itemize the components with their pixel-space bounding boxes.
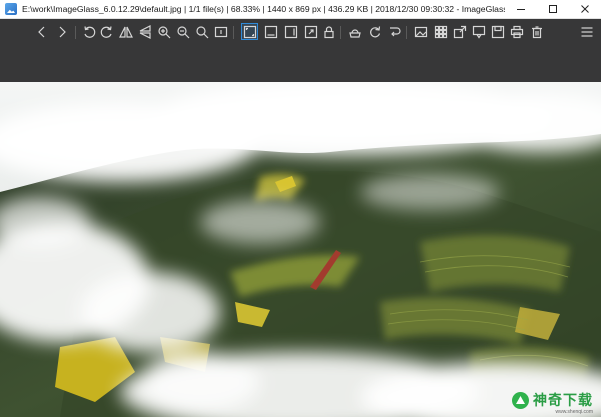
- scale-to-width-button[interactable]: [241, 23, 258, 40]
- menu-icon: [581, 26, 592, 37]
- auto-zoom-icon: [304, 25, 317, 38]
- actual-size-button[interactable]: [212, 23, 229, 40]
- minimize-button[interactable]: [505, 0, 537, 19]
- flip-vertical-button[interactable]: [136, 23, 153, 40]
- toolbar-separator: [340, 26, 341, 39]
- imageglass-app-icon: [5, 3, 17, 15]
- goto-icon: [389, 26, 401, 36]
- slideshow-icon: [348, 28, 361, 38]
- scale-to-width-icon: [243, 25, 256, 38]
- toolbar-separator: [406, 26, 407, 39]
- fullscreen-button[interactable]: [451, 23, 468, 40]
- delete-icon: [531, 25, 542, 38]
- main-menu-button[interactable]: [578, 23, 595, 40]
- scale-to-height-button[interactable]: [262, 23, 279, 40]
- watermark-logo-icon: [512, 391, 529, 409]
- zoom-in-button[interactable]: [155, 23, 172, 40]
- maximize-button[interactable]: [537, 0, 569, 19]
- checkerboard-button[interactable]: [470, 23, 487, 40]
- flip-horizontal-button[interactable]: [117, 23, 134, 40]
- zoom-out-button[interactable]: [174, 23, 191, 40]
- goto-button[interactable]: [386, 23, 403, 40]
- next-icon: [59, 26, 66, 37]
- checkerboard-icon: [472, 25, 485, 39]
- next-button[interactable]: [53, 23, 70, 40]
- refresh-button[interactable]: [366, 23, 383, 40]
- image-viewer[interactable]: 神奇下载 www.shenqi.com: [0, 82, 601, 417]
- print-button[interactable]: [508, 23, 525, 40]
- minimize-icon: [517, 9, 525, 10]
- watermark-text: 神奇下载: [533, 393, 593, 409]
- scale-to-height-icon: [264, 25, 277, 38]
- flip-vertical-icon: [139, 24, 151, 39]
- lock-zoom-button[interactable]: [320, 23, 337, 40]
- toolbar-separator: [75, 26, 76, 39]
- maximize-icon: [549, 5, 557, 13]
- slideshow-button[interactable]: [346, 23, 363, 40]
- previous-button[interactable]: [33, 23, 50, 40]
- window-controls: [505, 0, 601, 19]
- zoom-to-fit-button[interactable]: [193, 23, 210, 40]
- flip-horizontal-icon: [118, 26, 133, 38]
- thumbnail-icon: [434, 25, 447, 38]
- rotate-right-button[interactable]: [98, 23, 115, 40]
- scale-to-fill-button[interactable]: [282, 23, 299, 40]
- zoom-in-icon: [157, 25, 170, 38]
- open-button[interactable]: [489, 23, 506, 40]
- zoom-to-fit-icon: [195, 25, 208, 38]
- gallery-icon: [414, 26, 427, 37]
- photo-mountain-terraces-in-clouds: [0, 82, 601, 417]
- zoom-out-icon: [176, 25, 189, 38]
- auto-zoom-button[interactable]: [302, 23, 319, 40]
- toolbar-empty-area: [0, 46, 601, 82]
- previous-icon: [37, 26, 44, 37]
- rotate-left-button[interactable]: [80, 23, 97, 40]
- window-title: E:\work\ImageGlass_6.0.12.29\default.jpg…: [22, 4, 505, 14]
- toolbar: [0, 19, 601, 46]
- rotate-left-icon: [83, 25, 95, 38]
- open-icon: [491, 25, 504, 38]
- close-button[interactable]: [569, 0, 601, 19]
- close-icon: [581, 5, 589, 13]
- rotate-right-icon: [100, 25, 112, 38]
- print-icon: [510, 25, 523, 38]
- gallery-button[interactable]: [412, 23, 429, 40]
- watermark-url: www.shenqi.com: [555, 409, 593, 415]
- scale-to-fill-icon: [284, 25, 297, 38]
- site-watermark: 神奇下载 www.shenqi.com: [512, 389, 593, 415]
- toolbar-separator: [233, 26, 234, 39]
- delete-button[interactable]: [528, 23, 545, 40]
- actual-size-icon: [214, 26, 227, 37]
- refresh-icon: [369, 25, 380, 37]
- title-bar[interactable]: E:\work\ImageGlass_6.0.12.29\default.jpg…: [0, 0, 601, 19]
- lock-icon: [323, 25, 334, 38]
- thumbnail-button[interactable]: [432, 23, 449, 40]
- fullscreen-icon: [453, 25, 466, 38]
